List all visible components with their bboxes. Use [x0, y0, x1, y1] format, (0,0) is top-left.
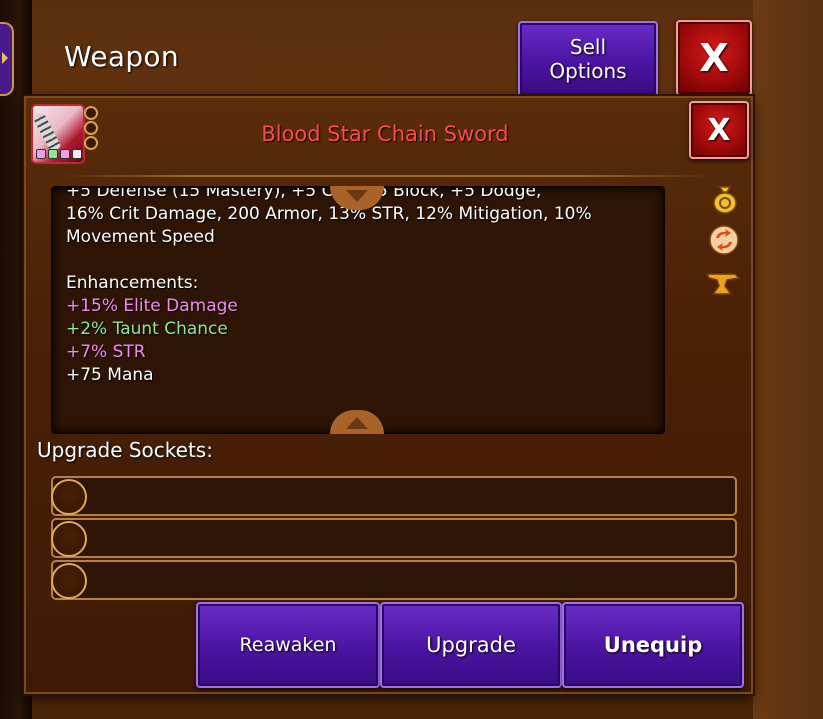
close-panel-button[interactable]: X: [689, 101, 749, 159]
gem-slot-3: [60, 149, 70, 159]
sell-options-button[interactable]: Sell Options: [518, 21, 658, 97]
socket-indicator: [84, 106, 98, 120]
gem-slots: [36, 149, 82, 159]
empty-socket-icon: [51, 479, 87, 515]
divider: [60, 175, 710, 177]
enhancements-header: Enhancements:: [66, 273, 199, 293]
page-title: Weapon: [64, 40, 179, 73]
reawaken-label: Reawaken: [239, 634, 337, 656]
right-edge: [753, 0, 823, 719]
description-text: +5 Defense (15 Mastery), +5 Crit, +5 Blo…: [66, 188, 646, 387]
enhancement-line: +15% Elite Damage: [66, 296, 238, 316]
upgrade-label: Upgrade: [426, 633, 516, 657]
enhancement-line: +75 Mana: [66, 365, 154, 385]
upgrade-socket-slot[interactable]: [51, 518, 737, 558]
unequip-label: Unequip: [603, 633, 703, 657]
close-icon: X: [707, 112, 731, 148]
enhancement-line: +2% Taunt Chance: [66, 319, 228, 339]
upgrade-socket-slot[interactable]: [51, 476, 737, 516]
close-page-button[interactable]: X: [676, 20, 752, 96]
item-name: Blood Star Chain Sword: [261, 122, 509, 146]
money-bag-icon[interactable]: [707, 182, 743, 216]
unequip-button[interactable]: Unequip: [562, 602, 744, 688]
gem-slot-1: [36, 149, 46, 159]
upgrade-sockets-label: Upgrade Sockets:: [37, 438, 213, 462]
gem-slot-4: [72, 149, 82, 159]
swap-icon[interactable]: [706, 223, 742, 257]
chain-sword-icon: [33, 111, 62, 153]
anvil-icon[interactable]: [705, 266, 741, 300]
item-socket-indicators: [84, 106, 98, 150]
enhancement-line: +7% STR: [66, 342, 146, 362]
upgrade-button[interactable]: Upgrade: [380, 602, 562, 688]
empty-socket-icon: [51, 521, 87, 557]
upgrade-socket-slot[interactable]: [51, 560, 737, 600]
left-expand-tab[interactable]: [0, 22, 14, 96]
stats-line: Movement Speed: [66, 227, 215, 247]
empty-socket-icon: [51, 563, 87, 599]
socket-indicator: [84, 136, 98, 150]
socket-indicator: [84, 121, 98, 135]
close-icon: X: [699, 36, 729, 80]
gem-slot-2: [48, 149, 58, 159]
item-portrait: [31, 104, 85, 164]
reawaken-button[interactable]: Reawaken: [196, 602, 380, 688]
sell-options-label: Sell Options: [549, 35, 627, 83]
item-description[interactable]: +5 Defense (15 Mastery), +5 Crit, +5 Blo…: [51, 186, 665, 434]
